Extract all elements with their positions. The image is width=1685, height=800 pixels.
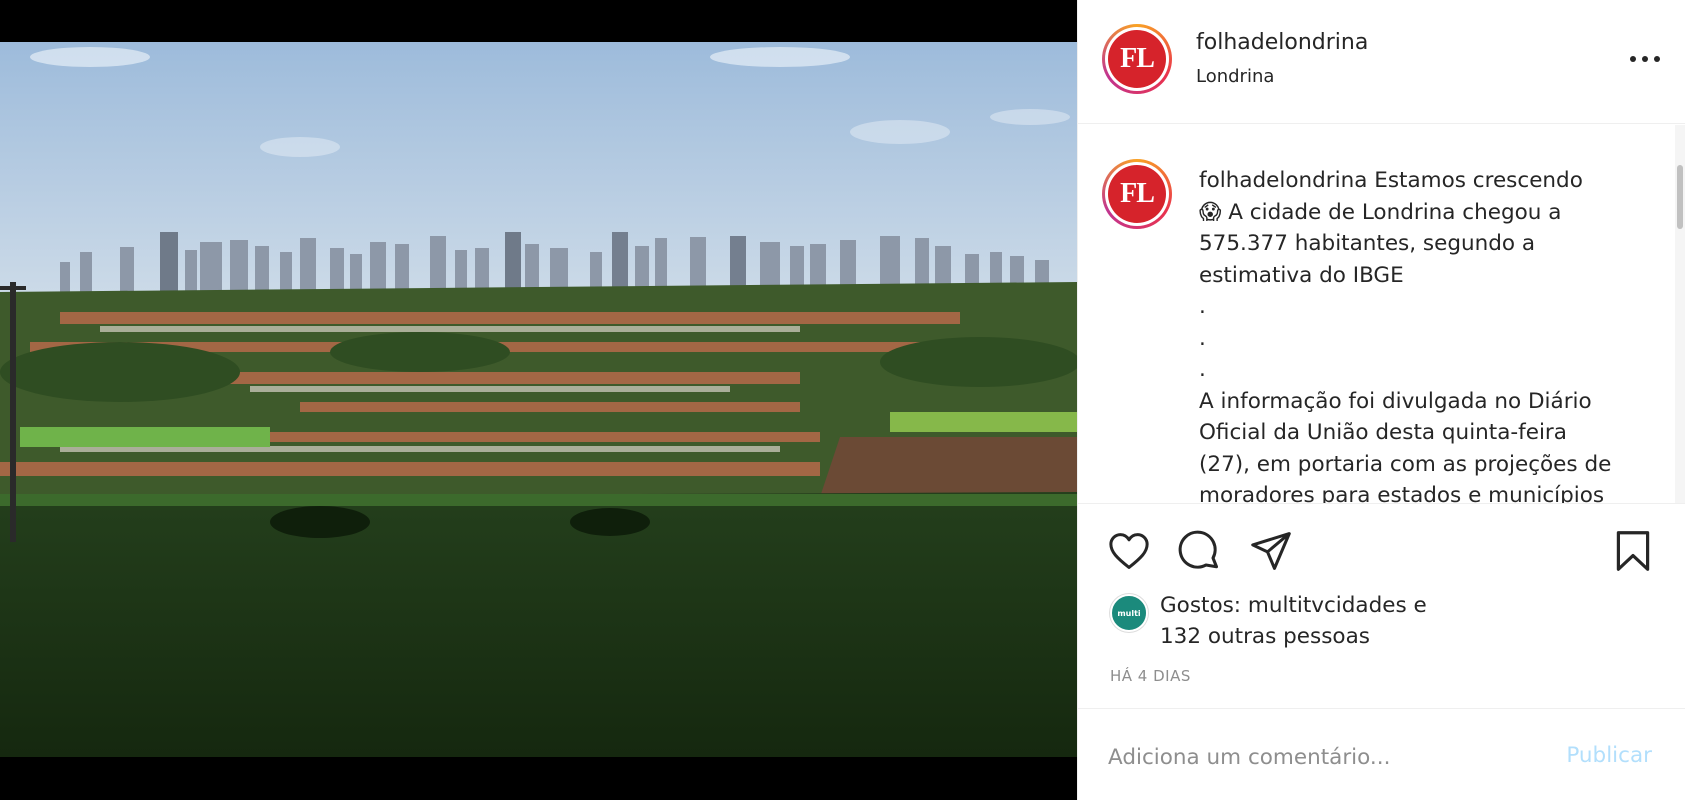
dot (1642, 56, 1648, 62)
caption-line: . (1199, 294, 1206, 319)
post-actions: multi Gostos: multitvcidades e 132 outra… (1078, 503, 1685, 708)
likes-line-2: 132 outras pessoas (1160, 624, 1370, 649)
caption-author-avatar[interactable]: FL (1102, 159, 1172, 229)
avatar-ring: FL (1105, 162, 1169, 226)
post-photo[interactable] (0, 42, 1077, 757)
comment-input[interactable] (1108, 739, 1528, 775)
likes-text[interactable]: Gostos: multitvcidades e 132 outras pess… (1160, 590, 1560, 652)
caption-text: Estamos crescendo (1374, 168, 1583, 193)
likes-line-1: Gostos: multitvcidades e (1160, 593, 1427, 618)
post-timestamp[interactable]: HÁ 4 DIAS (1110, 667, 1191, 685)
caption-line: A informação foi divulgada no Diário (1199, 388, 1592, 414)
city-landscape-image (0, 42, 1077, 757)
post-location[interactable]: Londrina (1196, 66, 1274, 87)
caption-line: 😱 A cidade de Londrina chegou a (1199, 199, 1562, 225)
author-avatar[interactable]: FL (1102, 24, 1172, 94)
dot (1654, 56, 1660, 62)
caption-line: . (1199, 325, 1206, 351)
caption-line: moradores para estados e municípios (1199, 483, 1605, 503)
caption-username[interactable]: folhadelondrina (1199, 168, 1367, 193)
avatar-ring: FL (1105, 27, 1169, 91)
heart-icon[interactable] (1106, 528, 1152, 574)
liker-avatar[interactable]: multi (1110, 594, 1148, 632)
comment-box: Publicar (1078, 708, 1685, 800)
avatar-logo: FL (1108, 30, 1166, 88)
post-header: FL folhadelondrina Londrina (1078, 0, 1685, 124)
caption-line: . (1199, 357, 1206, 382)
publish-button[interactable]: Publicar (1566, 743, 1652, 768)
post-sidebar: FL folhadelondrina Londrina FL folhadelo… (1077, 0, 1685, 800)
bookmark-icon[interactable] (1610, 528, 1656, 574)
post-media (0, 0, 1077, 800)
paper-plane-icon[interactable] (1248, 528, 1294, 574)
caption-line: 575.377 habitantes, segundo a (1199, 231, 1536, 256)
caption-line: Oficial da União desta quinta-feira (1199, 420, 1567, 445)
author-username[interactable]: folhadelondrina (1196, 30, 1368, 55)
dot (1630, 56, 1636, 62)
caption-line: estimativa do IBGE (1199, 262, 1404, 288)
avatar-logo: FL (1108, 165, 1166, 223)
caption-area: FL folhadelondrina Estamos crescendo 😱 A… (1078, 125, 1685, 503)
post-caption: folhadelondrina Estamos crescendo 😱 A ci… (1199, 165, 1629, 503)
comment-bubble-icon[interactable] (1176, 528, 1222, 574)
more-options-icon[interactable] (1630, 44, 1660, 74)
caption-line: folhadelondrina Estamos crescendo (1199, 165, 1629, 197)
caption-line: (27), em portaria com as projeções de (1199, 451, 1612, 477)
